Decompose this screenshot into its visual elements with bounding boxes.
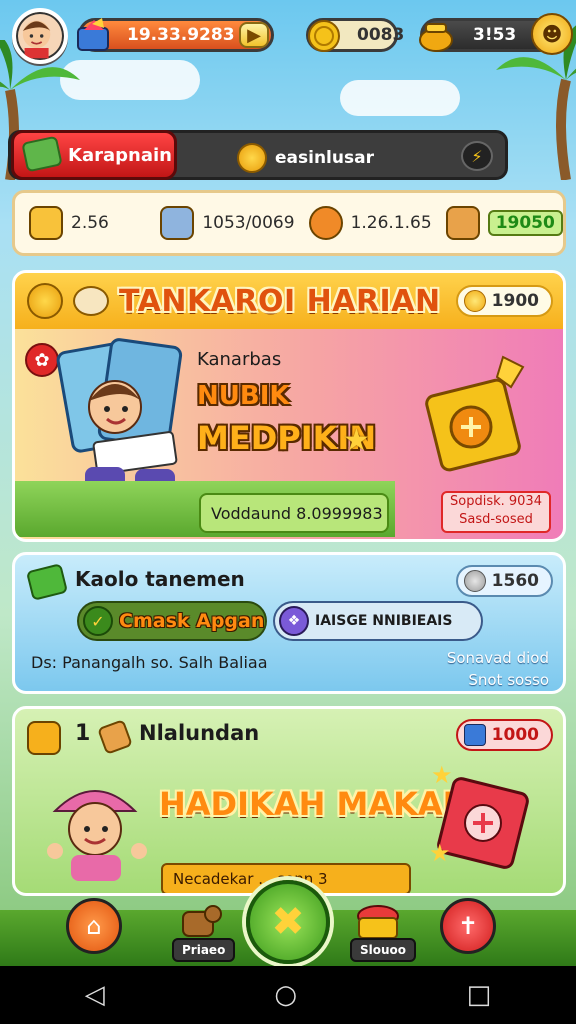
campaign-bar: Karapnain easinlusar ⚡ <box>8 130 508 180</box>
option-button-2[interactable]: ❖ IAISGE NNIBIEAIS <box>273 601 483 641</box>
home-button[interactable]: ⌂ <box>66 898 122 954</box>
smiley-face-icon[interactable]: ☻ <box>531 13 573 55</box>
star-icon: ★ <box>343 423 370 458</box>
stat-value: 2.56 <box>71 213 109 233</box>
ticket-icon <box>27 721 61 755</box>
stat-cheese[interactable]: 2.56 <box>15 206 146 240</box>
challenge-line-2: NUBIK <box>197 381 290 411</box>
gem-chest-icon <box>73 15 115 57</box>
hand-icon <box>97 719 133 755</box>
lightning-icon[interactable]: ⚡ <box>461 141 493 171</box>
wrench-icon: ✝ <box>457 912 479 940</box>
reward-count: 1 <box>75 721 91 746</box>
compass-icon: ❖ <box>279 606 309 636</box>
home-icon: ⌂ <box>86 912 102 940</box>
star-icon <box>463 290 486 312</box>
pot-icon <box>308 206 343 240</box>
mission-description: Ds: Panangalh so. Salh Baliaa <box>31 653 268 672</box>
option-button-1[interactable]: ✓ Cmask Apgan <box>77 601 267 641</box>
reward-title: Nlalundan <box>139 721 260 745</box>
bottom-navigation: ⌂ Priaeo ✖ Slouoo ✝ <box>0 880 576 966</box>
reward-value: 1900 <box>491 291 539 311</box>
coin-icon <box>237 143 267 173</box>
pot-icon <box>415 15 457 57</box>
coin-balance-label: easinlusar <box>275 148 374 168</box>
reward-info-line-1: Sopdisk. 9034 <box>450 494 542 509</box>
cash-icon <box>21 135 63 173</box>
inventory-label: Priaeo <box>172 938 236 962</box>
option-label-1: Cmask Apgan <box>119 610 265 632</box>
girl-illustration <box>47 790 147 881</box>
stat-value: 1053/0069 <box>202 213 295 233</box>
mission-info: Sonavad diod Snot sosso <box>447 647 549 691</box>
bucket-icon <box>160 206 195 240</box>
mission-info-line-2: Snot sosso <box>468 671 549 689</box>
silver-coin-icon <box>463 570 486 592</box>
campaign-button[interactable]: Karapnain <box>11 130 177 180</box>
svg-text:★: ★ <box>429 839 451 867</box>
check-icon: ✓ <box>83 606 113 636</box>
reward-info-line-2: Sasd-sosed <box>459 512 533 527</box>
crossed-swords-icon: ✖ <box>271 899 305 945</box>
stat-hand[interactable]: 19050 <box>432 206 563 240</box>
challenge-subtitle: Kanarbas <box>197 349 282 370</box>
settings-button[interactable]: ✝ <box>440 898 496 954</box>
reward-badge: 1900 <box>455 285 553 317</box>
player-avatar[interactable] <box>12 8 68 64</box>
chest-icon <box>463 724 486 746</box>
top-resource-bar: 19.33.9283 ▶ 0083 3!53 ☻ <box>0 4 576 64</box>
add-gems-button[interactable]: ▶ <box>239 22 269 48</box>
cash-icon <box>25 563 69 601</box>
reward-card[interactable]: 1 Nlalundan 1000 HADIKAH MAKAII! ★ ★ Nec… <box>12 706 566 896</box>
golden-treasure-box-illustration <box>425 355 525 472</box>
coins-counter[interactable]: 0083 <box>306 18 404 52</box>
stat-value: 1.26.1.65 <box>350 213 432 233</box>
reward-info-box: Sopdisk. 9034 Sasd-sosed <box>441 491 551 533</box>
recents-icon[interactable]: □ <box>467 980 492 1010</box>
back-icon[interactable]: ◁ <box>85 980 105 1010</box>
energy-counter[interactable]: 3!53 ☻ <box>419 13 573 55</box>
shoe-icon <box>73 286 109 316</box>
gems-counter[interactable]: 19.33.9283 ▶ <box>77 18 274 52</box>
cloud <box>340 80 460 116</box>
daily-challenge-card[interactable]: TANKAROI HARIAN 1900 ✿ Kanarbas NUBIK ME… <box>12 270 566 542</box>
gems-value: 19.33.9283 <box>127 25 235 45</box>
play-button[interactable]: ✖ <box>246 880 330 964</box>
hand-icon <box>445 206 480 240</box>
mission-card[interactable]: Kaolo tanemen 1560 ✓ Cmask Apgan ❖ IAISG… <box>12 552 566 694</box>
card-title: TANKAROI HARIAN <box>119 283 441 319</box>
mission-title: Kaolo tanemen <box>75 567 245 591</box>
mission-info-line-1: Sonavad diod <box>446 649 549 667</box>
red-gift-box-illustration: ★ ★ <box>429 761 529 869</box>
stat-pot[interactable]: 1.26.1.65 <box>295 206 432 240</box>
coin-icon <box>303 15 345 57</box>
shop-label: Slouoo <box>350 938 417 962</box>
system-navigation-bar: ◁ ○ □ <box>0 966 576 1024</box>
coin-icon <box>27 283 63 319</box>
stat-value: 19050 <box>487 210 563 236</box>
energy-value: 3!53 <box>473 25 517 45</box>
progress-label: Voddaund 8.0999983 <box>199 493 389 533</box>
stats-row: 2.56 1053/0069 1.26.1.65 19050 <box>12 190 566 256</box>
option-label-2: IAISGE NNIBIEAIS <box>315 613 453 629</box>
reward-card-badge: 1000 <box>455 719 553 751</box>
cheese-icon <box>29 206 63 240</box>
campaign-label: Karapnain <box>68 144 172 166</box>
mission-reward-badge: 1560 <box>455 565 553 597</box>
home-circle-icon[interactable]: ○ <box>274 980 297 1010</box>
mission-reward-value: 1560 <box>491 571 539 591</box>
coins-value: 0083 <box>357 25 405 45</box>
stat-bucket[interactable]: 1053/0069 <box>146 206 295 240</box>
svg-text:★: ★ <box>431 761 453 789</box>
coin-balance: easinlusar <box>237 143 374 173</box>
reward-card-badge-value: 1000 <box>491 725 539 745</box>
